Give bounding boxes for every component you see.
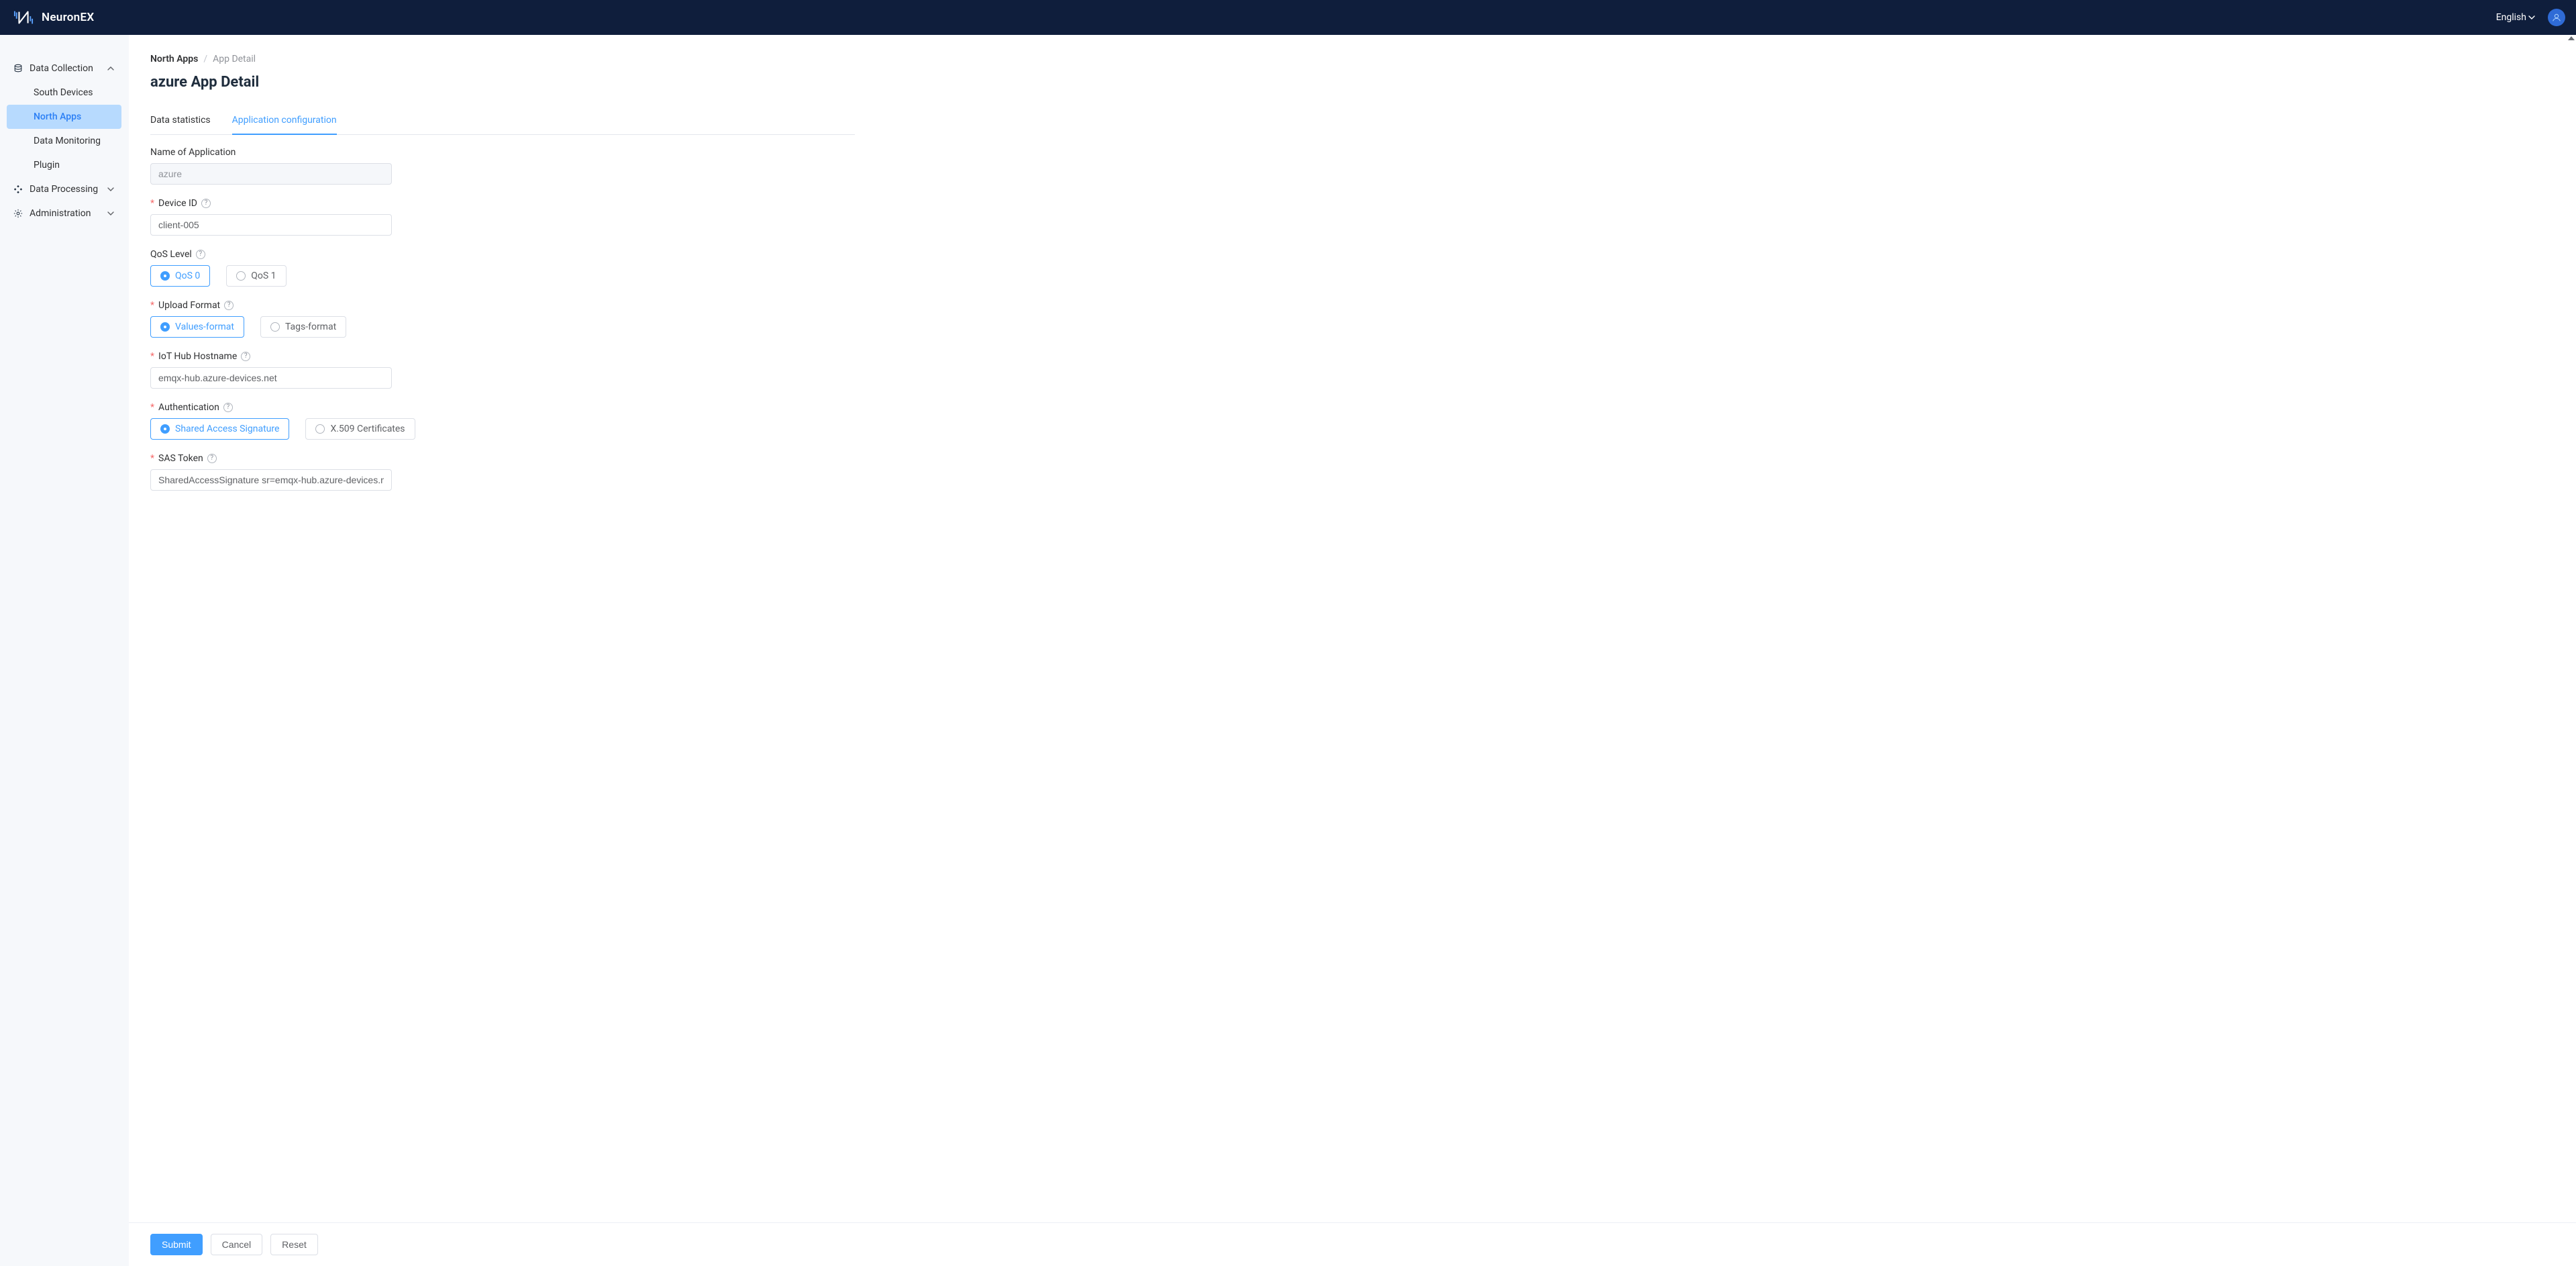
submit-button[interactable]: Submit <box>150 1234 203 1255</box>
sidebar-item-south-devices[interactable]: South Devices <box>7 81 121 105</box>
page-title: azure App Detail <box>150 74 2555 91</box>
radio-dot-icon <box>160 424 170 434</box>
required-mark: * <box>150 453 154 464</box>
brand[interactable]: NeuronEX <box>13 9 94 26</box>
breadcrumb-second: App Detail <box>213 54 256 64</box>
scrollbar[interactable] <box>2565 35 2576 1266</box>
label-hostname: IoT Hub Hostname <box>158 351 237 362</box>
user-avatar[interactable] <box>2548 9 2565 26</box>
label-name: Name of Application <box>150 147 236 158</box>
database-icon <box>13 64 23 73</box>
field-name-of-application: Name of Application <box>150 147 526 185</box>
layout: Data Collection South Devices North Apps… <box>0 35 2576 1266</box>
sidebar: Data Collection South Devices North Apps… <box>0 35 129 1266</box>
label-authentication: Authentication <box>158 402 219 413</box>
radio-dot-icon <box>315 424 325 434</box>
nav-group-administration: Administration <box>0 201 128 226</box>
cancel-button[interactable]: Cancel <box>211 1234 263 1255</box>
breadcrumb-first[interactable]: North Apps <box>150 54 198 64</box>
radio-dot-icon <box>236 271 246 281</box>
required-mark: * <box>150 351 154 362</box>
gear-icon <box>13 209 23 218</box>
field-authentication: * Authentication ? Shared Access Signatu… <box>150 402 526 440</box>
chevron-down-icon <box>2528 13 2536 21</box>
nav-group-data-processing: Data Processing <box>0 177 128 201</box>
header-right: English <box>2496 9 2565 26</box>
nav-group-title: Administration <box>30 208 91 219</box>
radio-sas[interactable]: Shared Access Signature <box>150 418 289 440</box>
help-icon[interactable]: ? <box>207 454 217 463</box>
tabs: Data statistics Application configuratio… <box>150 115 855 135</box>
language-label: English <box>2496 12 2526 23</box>
help-icon[interactable]: ? <box>201 199 211 208</box>
footer-actions: Submit Cancel Reset <box>129 1222 2576 1266</box>
app-header: NeuronEX English <box>0 0 2576 35</box>
field-device-id: * Device ID ? <box>150 198 526 236</box>
tab-data-statistics[interactable]: Data statistics <box>150 115 211 135</box>
field-upload-format: * Upload Format ? Values-format Tags-for… <box>150 300 526 338</box>
language-selector[interactable]: English <box>2496 12 2536 23</box>
field-qos-level: QoS Level ? QoS 0 QoS 1 <box>150 249 526 287</box>
nav-group-title: Data Collection <box>30 63 93 74</box>
form: Name of Application * Device ID ? QoS Le… <box>150 147 526 491</box>
nav-group-title: Data Processing <box>30 184 98 195</box>
breadcrumb: North Apps / App Detail <box>150 54 2555 64</box>
reset-button[interactable]: Reset <box>270 1234 318 1255</box>
input-device-id[interactable] <box>150 214 392 236</box>
sidebar-item-data-monitoring[interactable]: Data Monitoring <box>7 129 121 153</box>
tab-application-configuration[interactable]: Application configuration <box>232 115 337 135</box>
radio-values-format[interactable]: Values-format <box>150 316 244 338</box>
radio-dot-icon <box>160 322 170 332</box>
sidebar-item-north-apps[interactable]: North Apps <box>7 105 121 129</box>
label-qos: QoS Level <box>150 249 192 260</box>
help-icon[interactable]: ? <box>224 301 234 310</box>
radio-dot-icon <box>160 271 170 281</box>
scroll-arrow-up-icon <box>2568 36 2575 40</box>
nav-group-data-collection: Data Collection South Devices North Apps… <box>0 56 128 177</box>
required-mark: * <box>150 402 154 413</box>
content: North Apps / App Detail azure App Detail… <box>129 35 2576 1222</box>
help-icon[interactable]: ? <box>196 250 205 259</box>
help-icon[interactable]: ? <box>241 352 250 361</box>
radio-tags-format[interactable]: Tags-format <box>260 316 346 338</box>
brand-logo-icon <box>13 9 34 26</box>
chevron-down-icon <box>107 185 115 193</box>
label-device-id: Device ID <box>158 198 197 209</box>
label-upload-format: Upload Format <box>158 300 220 311</box>
radio-qos-0[interactable]: QoS 0 <box>150 265 210 287</box>
field-sas-token: * SAS Token ? <box>150 453 526 491</box>
radio-x509[interactable]: X.509 Certificates <box>305 418 415 440</box>
nav-group-header-data-collection[interactable]: Data Collection <box>0 56 128 81</box>
radio-qos-1[interactable]: QoS 1 <box>226 265 286 287</box>
dataflow-icon <box>13 185 23 194</box>
chevron-up-icon <box>107 64 115 72</box>
brand-name: NeuronEX <box>42 11 94 24</box>
sidebar-item-plugin[interactable]: Plugin <box>7 153 121 177</box>
field-iot-hub-hostname: * IoT Hub Hostname ? <box>150 351 526 389</box>
main: North Apps / App Detail azure App Detail… <box>129 35 2576 1266</box>
input-hostname[interactable] <box>150 367 392 389</box>
input-sas-token[interactable] <box>150 469 392 491</box>
required-mark: * <box>150 300 154 311</box>
required-mark: * <box>150 198 154 209</box>
label-sas-token: SAS Token <box>158 453 203 464</box>
nav-group-header-administration[interactable]: Administration <box>0 201 128 226</box>
input-name <box>150 163 392 185</box>
nav-group-header-data-processing[interactable]: Data Processing <box>0 177 128 201</box>
help-icon[interactable]: ? <box>223 403 233 412</box>
chevron-down-icon <box>107 209 115 217</box>
breadcrumb-separator: / <box>203 54 207 64</box>
radio-dot-icon <box>270 322 280 332</box>
